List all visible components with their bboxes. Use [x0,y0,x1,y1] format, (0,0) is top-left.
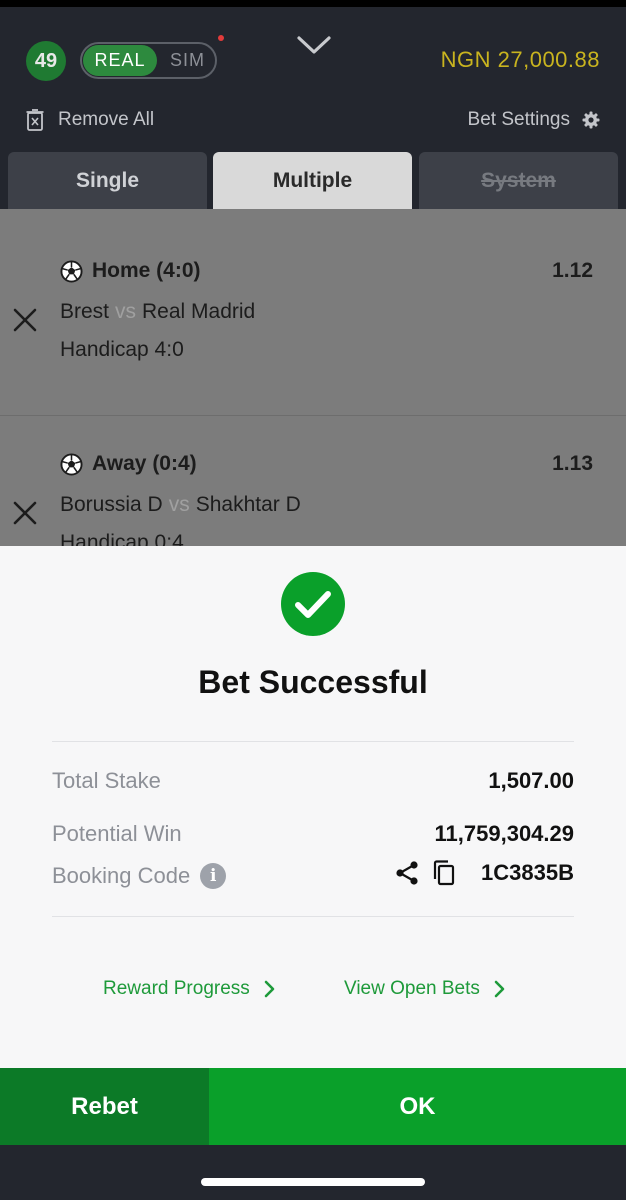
pick-label: Away (0:4) [92,452,197,475]
bet-pick: Away (0:4) [60,452,197,476]
bet-selection-row: Away (0:4) 1.13 Borussia Dvs Shakhtar D H… [0,416,626,546]
tab-single[interactable]: Single [8,152,207,209]
potential-win-value: 11,759,304.29 [434,821,574,846]
trash-icon [26,109,44,131]
rebet-button[interactable]: Rebet [0,1068,209,1145]
check-circle-icon [281,572,345,636]
account-balance: NGN 27,000.88 [440,47,600,72]
view-open-bets-link[interactable]: View Open Bets [344,978,506,1000]
remove-all-label: Remove All [58,109,155,130]
bet-settings-button[interactable]: Bet Settings [468,107,600,133]
booking-code-actions: 1C3835B [395,860,574,886]
chevron-right-icon [494,980,505,998]
copy-icon[interactable] [433,860,455,886]
bet-odds: 1.12 [552,259,593,282]
bet-count-badge: 49 [26,41,66,81]
vs-separator: vs [168,493,190,516]
gear-icon [582,111,600,129]
pick-label: Home (4:0) [92,259,201,282]
bet-settings-label: Bet Settings [467,109,570,130]
close-icon[interactable] [12,307,38,333]
divider [52,916,574,917]
divider [52,741,574,742]
bet-pick: Home (4:0) [60,259,201,283]
view-open-bets-label: View Open Bets [344,978,480,999]
home-team: Borussia D [60,493,163,516]
total-stake-value: 1,507.00 [488,768,574,793]
potential-win-label: Potential Win [52,821,182,846]
reward-progress-label: Reward Progress [103,978,250,999]
tab-multiple[interactable]: Multiple [213,152,412,209]
reward-progress-link[interactable]: Reward Progress [103,978,276,1000]
away-team: Shakhtar D [195,493,301,516]
notification-dot [218,35,224,41]
soccer-ball-icon [60,452,83,476]
dialog-title: Bet Successful [198,664,428,700]
booking-code-value: 1C3835B [481,860,574,885]
chevron-down-icon[interactable] [296,33,332,57]
info-icon[interactable]: i [200,863,227,889]
away-team: Real Madrid [142,300,256,323]
bet-success-dialog: Bet Successful Total Stake 1,507.00 Pote… [0,546,626,1068]
status-bar [0,0,626,7]
booking-code-label: Booking Code [52,863,191,888]
home-indicator[interactable] [201,1178,425,1186]
match-teams: Brest vs Real Madrid [60,300,255,324]
total-stake-label: Total Stake [52,768,161,793]
share-icon[interactable] [395,860,419,886]
soccer-ball-icon [60,259,83,283]
ok-button[interactable]: OK [209,1068,626,1145]
bet-list: Home (4:0) 1.12 Brest vs Real Madrid Handi… [0,209,626,546]
booking-code-row-label: Booking Code i [52,863,227,889]
mode-real-option[interactable]: REAL [83,45,157,76]
bet-odds: 1.13 [552,452,593,475]
match-teams: Borussia Dvs Shakhtar D [60,493,301,517]
tab-system: System [419,152,618,209]
home-team: Brest [60,300,110,323]
chevron-right-icon [264,980,275,998]
bet-selection-row: Home (4:0) 1.12 Brest vs Real Madrid Handi… [0,223,626,416]
remove-all-button[interactable]: Remove All [26,107,154,133]
mode-sim-option[interactable]: SIM [160,45,215,76]
close-icon[interactable] [12,500,38,526]
vs-separator: vs [115,300,137,323]
bet-market: Handicap 4:0 [60,338,184,361]
bet-market: Handicap 0:4 [60,531,184,546]
real-sim-toggle[interactable]: REAL SIM [80,42,217,79]
